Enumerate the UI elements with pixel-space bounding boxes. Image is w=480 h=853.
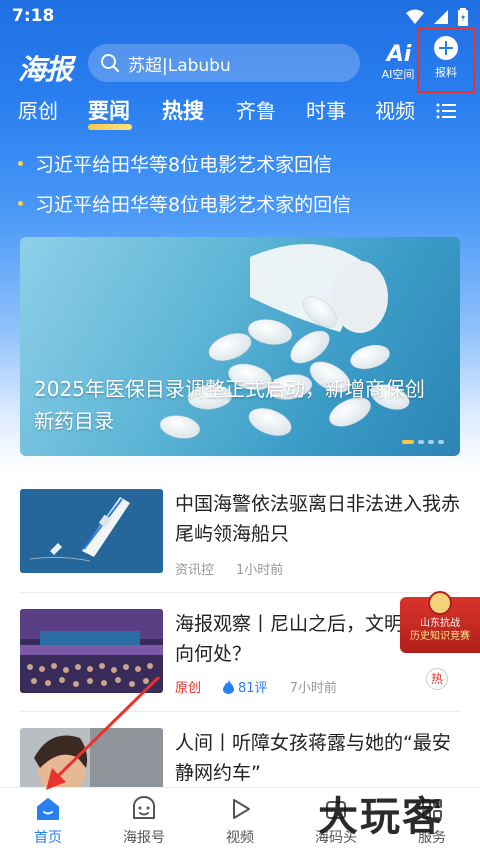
news-thumbnail — [20, 489, 163, 573]
top-bar: 海报 苏超|Labubu Ai AI空间 报料 — [0, 28, 480, 94]
signal-icon — [434, 10, 448, 24]
nav-label: 首页 — [34, 830, 62, 846]
home-icon — [0, 794, 96, 824]
carousel-dot — [428, 440, 434, 444]
banner-caption: 2025年医保目录调整正式启动，新增商保创新药目录 — [34, 377, 425, 433]
bullet-dot — [18, 161, 23, 166]
active-tab-indicator — [88, 124, 132, 130]
battery-icon — [458, 8, 468, 26]
quiz-promo-badge[interactable]: 山东抗战 历史知识竞赛 — [400, 591, 480, 653]
play-icon — [192, 794, 288, 824]
news-time: 1小时前 — [236, 563, 284, 578]
nav-label: 视频 — [226, 830, 254, 846]
tab-qilu[interactable]: 齐鲁 — [236, 96, 276, 126]
search-icon — [101, 54, 119, 72]
carousel-dot — [438, 440, 444, 444]
divider — [20, 592, 460, 593]
bullet-dot — [18, 201, 23, 206]
featured-banner[interactable]: 2025年医保目录调整正式启动，新增商保创新药目录 — [20, 237, 460, 456]
wifi-icon — [406, 9, 424, 24]
status-time: 7:18 — [12, 6, 55, 26]
report-label: 报料 — [435, 66, 457, 79]
news-title: 中国海警依法驱离日非法进入我赤尾屿领海船只 — [175, 493, 461, 545]
news-item[interactable]: 中国海警依法驱离日非法进入我赤尾屿领海船只 资讯控 1小时前 — [20, 489, 460, 584]
nav-home[interactable]: 首页 — [0, 794, 96, 847]
tab-current-affairs[interactable]: 时事 — [306, 96, 346, 126]
report-button[interactable]: 报料 — [417, 28, 475, 93]
hot-tag: 热 — [426, 668, 448, 690]
ticker-item[interactable]: 习近平给田华等8位电影艺术家的回信 — [18, 190, 468, 217]
comment-count: 81评 — [223, 677, 268, 696]
badge-line2: 历史知识竞赛 — [410, 631, 470, 642]
emblem-icon — [428, 591, 452, 615]
account-face-icon — [96, 794, 192, 824]
flame-icon — [223, 679, 235, 694]
plus-circle-icon — [434, 36, 458, 60]
badge-line1: 山东抗战 — [420, 618, 460, 629]
news-source: 资讯控 — [175, 563, 215, 578]
news-item[interactable]: 人间丨听障女孩蒋露与她的“最安静网约车” — [20, 728, 460, 788]
app-logo: 海报 — [18, 53, 73, 86]
search-box[interactable]: 苏超|Labubu — [88, 44, 360, 82]
divider — [20, 711, 460, 712]
news-thumbnail — [20, 609, 163, 693]
news-title: 人间丨听障女孩蒋露与她的“最安静网约车” — [175, 732, 451, 784]
tab-video[interactable]: 视频 — [375, 96, 415, 126]
category-tabs: 原创 要闻 热搜 齐鲁 时事 视频 — [0, 96, 480, 132]
carousel-dot — [418, 440, 424, 444]
carousel-indicator — [402, 440, 444, 444]
forum-stage-image — [20, 609, 163, 693]
watermark-text: 大玩客 — [318, 794, 444, 840]
ai-space-button[interactable]: Ai AI空间 — [380, 42, 418, 88]
search-hint-text: 苏超|Labubu — [128, 55, 231, 76]
original-tag: 原创 — [175, 681, 202, 696]
driver-portrait-image — [20, 728, 163, 788]
ticker-text: 习近平给田华等8位电影艺术家的回信 — [35, 194, 352, 216]
tab-headlines[interactable]: 要闻 — [88, 96, 130, 126]
news-meta: 资讯控 1小时前 — [175, 559, 283, 578]
nav-label: 海报号 — [123, 830, 165, 846]
carousel-dot-active — [402, 440, 414, 444]
news-time: 7小时前 — [289, 681, 337, 696]
ticker-text: 习近平给田华等8位电影艺术家回信 — [35, 154, 333, 176]
news-item[interactable]: 海报观察丨尼山之后，文明对话走向何处？ 原创 81评 7小时前 — [20, 609, 460, 704]
ai-icon: Ai — [386, 42, 412, 67]
tab-hot-search[interactable]: 热搜 — [162, 96, 204, 126]
nav-video[interactable]: 视频 — [192, 794, 288, 847]
tab-original[interactable]: 原创 — [18, 96, 58, 126]
status-icons — [406, 8, 468, 26]
nav-haibao-account[interactable]: 海报号 — [96, 794, 192, 847]
coast-guard-ship-image — [20, 489, 163, 573]
comment-count-text: 81评 — [238, 681, 268, 696]
ticker-item[interactable]: 习近平给田华等8位电影艺术家回信 — [18, 150, 468, 177]
ai-space-label: AI空间 — [381, 68, 415, 81]
news-meta: 原创 81评 7小时前 — [175, 677, 337, 696]
news-thumbnail — [20, 728, 163, 788]
channel-menu-icon[interactable] — [436, 102, 458, 120]
status-bar: 7:18 — [0, 0, 480, 34]
